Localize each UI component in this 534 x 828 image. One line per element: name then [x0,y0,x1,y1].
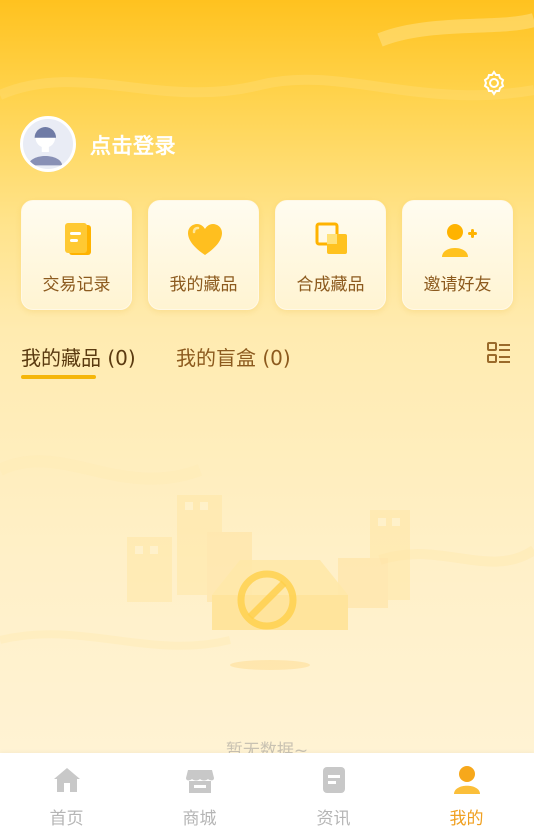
tabbar-label: 商城 [182,809,217,828]
tabbar-item-news[interactable]: 资讯 [267,753,400,828]
tab-my-blind-boxes[interactable]: 我的盲盒 (0) [176,342,291,371]
merge-icon [315,222,347,254]
transaction-records-button[interactable]: 交易记录 [21,200,132,310]
synthesize-collections-button[interactable]: 合成藏品 [275,200,386,310]
my-collections-button[interactable]: 我的藏品 [148,200,259,310]
tabbar-label: 资讯 [316,809,351,828]
home-icon [53,768,80,792]
quick-action-label: 合成藏品 [296,275,365,295]
quick-action-label: 邀请好友 [423,275,492,295]
quick-action-label: 我的藏品 [169,275,238,295]
tab-my-collections[interactable]: 我的藏品 (0) [21,342,136,371]
collection-tabs: 我的藏品 (0) 我的盲盒 (0) [21,338,514,382]
invite-friends-button[interactable]: 邀请好友 [402,200,513,310]
tabbar-item-profile[interactable]: 我的 [400,753,533,828]
profile-icon [453,766,480,794]
quick-action-label: 交易记录 [42,275,111,295]
active-tab-indicator [21,375,96,379]
news-icon [322,767,345,793]
quick-actions-grid: 交易记录 我的藏品 合成藏品 邀请好友 [21,200,514,310]
gear-icon[interactable] [480,69,508,97]
add-user-icon [442,224,477,257]
heart-icon [188,224,222,255]
bottom-tab-bar: 首页 商城 资讯 我的 [0,753,534,828]
avatar[interactable] [20,116,76,172]
store-icon [185,770,214,793]
tabbar-item-store[interactable]: 商城 [133,753,266,828]
login-link[interactable]: 点击登录 [90,130,176,160]
default-user-avatar-icon [28,127,63,166]
list-view-icon[interactable] [485,339,513,367]
empty-box-illustration [127,495,410,670]
tabbar-item-home[interactable]: 首页 [0,753,133,828]
ledger-icon [65,223,91,255]
tabbar-label: 首页 [49,809,84,828]
tabbar-label: 我的 [449,809,484,828]
